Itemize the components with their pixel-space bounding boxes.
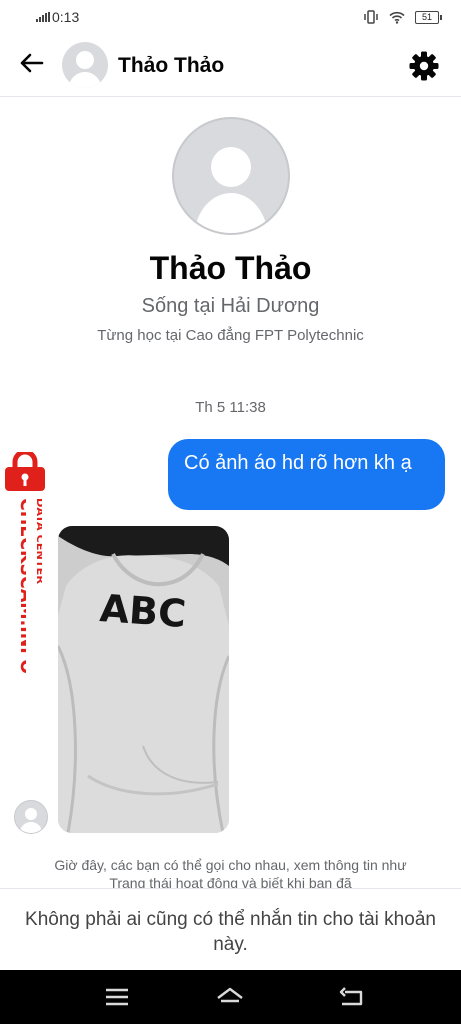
chat-header: Thảo Thảo [0, 34, 461, 97]
default-person-icon [19, 808, 43, 833]
padlock-icon [5, 452, 45, 491]
system-nav-bar [0, 970, 461, 1024]
profile-name: Thảo Thảo [149, 250, 312, 286]
messaging-restriction-footer: Không phải ai cũng có thể nhắn tin cho t… [0, 888, 461, 971]
contact-name[interactable]: Thảo Thảo [118, 54, 224, 78]
default-person-icon [194, 147, 268, 233]
menu-icon[interactable] [102, 984, 132, 1010]
status-bar: 0:13 51 [0, 0, 461, 34]
svg-text:DATA CENTER: DATA CENTER [34, 498, 42, 584]
incoming-photo[interactable]: ABC [58, 526, 229, 833]
profile-avatar[interactable] [172, 117, 290, 235]
outgoing-message-bubble[interactable]: Có ảnh áo hd rõ hơn kh ạ [168, 439, 445, 510]
battery-icon: 51 [415, 10, 442, 24]
profile-location: Sống tại Hải Dương [141, 295, 320, 317]
message-timestamp: Th 5 11:38 [195, 399, 266, 416]
watermark-sub: DATA CENTER [34, 498, 42, 584]
vibrate-icon [364, 10, 378, 24]
watermark-main: CHECKSCAM.INFO [16, 498, 26, 674]
wifi-icon [389, 11, 405, 24]
status-time: 0:13 [52, 9, 80, 25]
default-person-icon [68, 51, 102, 88]
sender-avatar[interactable] [14, 800, 48, 834]
contact-avatar[interactable] [62, 42, 108, 88]
hoodie-print-text: ABC [98, 586, 187, 636]
system-note: Giờ đây, các bạn có thể gọi cho nhau, xe… [54, 857, 407, 888]
profile-education: Từng học tại Cao đẳng FPT Polytechnic [97, 327, 364, 344]
messaging-restriction-notice: Không phải ai cũng có thể nhắn tin cho t… [25, 909, 436, 955]
gear-icon[interactable] [408, 50, 440, 82]
signal-icon [36, 12, 50, 22]
back-arrow-icon[interactable] [16, 48, 46, 78]
hoodie-image: ABC [58, 526, 229, 833]
home-icon[interactable] [215, 984, 245, 1010]
svg-text:CHECKSCAM.INFO: CHECKSCAM.INFO [16, 498, 26, 674]
back-icon[interactable] [336, 984, 366, 1010]
